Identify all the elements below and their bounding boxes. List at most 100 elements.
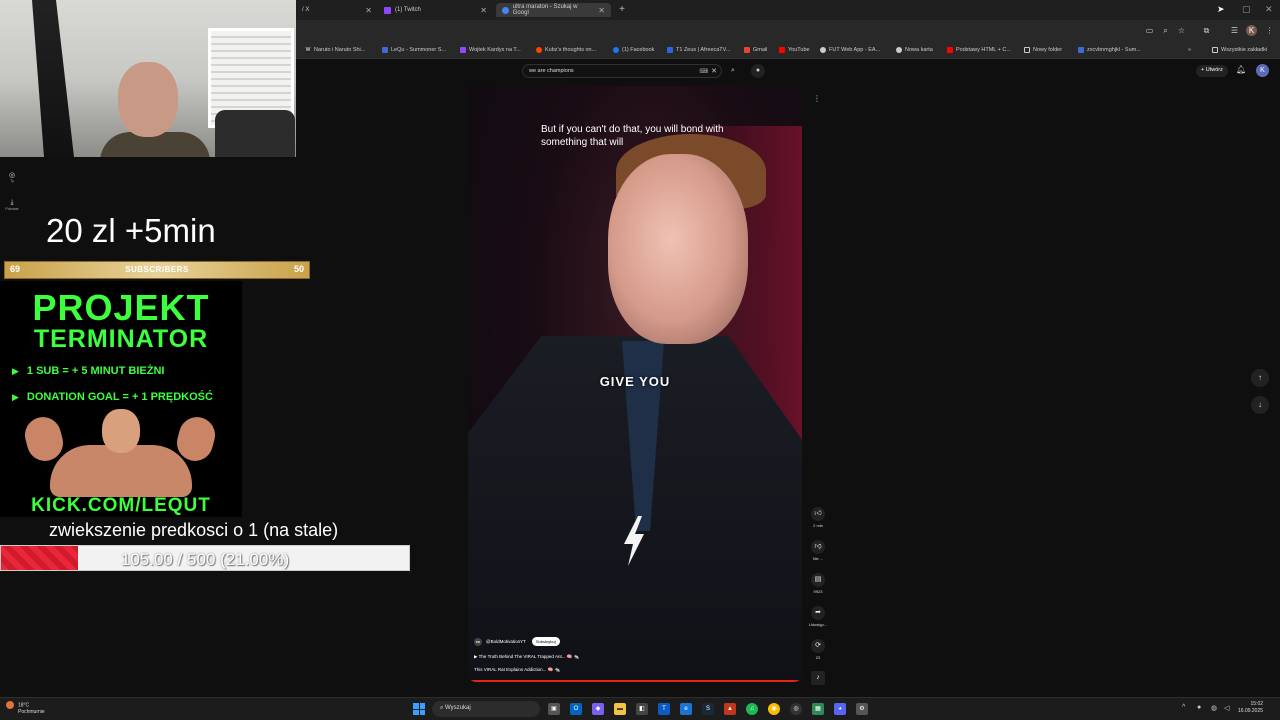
clear-search-icon[interactable]: ✕	[711, 67, 717, 75]
arrow-up-icon: ↑	[1258, 373, 1262, 382]
remix-button[interactable]: ⟳ 23	[808, 639, 828, 660]
game-icon[interactable]: ▲	[724, 703, 736, 715]
network-icon[interactable]: ◍	[1211, 704, 1217, 712]
close-icon[interactable]: ✕	[474, 6, 487, 15]
sheets-icon[interactable]: ▦	[812, 703, 824, 715]
volume-icon[interactable]: ◁	[1224, 704, 1229, 712]
facebook-icon	[613, 47, 619, 53]
promo-rule-sub: ▶ 1 SUB = + 5 MINUT BIEŻNI	[12, 365, 165, 377]
comments-button[interactable]: ▤ 9923	[808, 573, 828, 594]
search-button[interactable]: ⌕	[725, 64, 741, 78]
video-title[interactable]: This VIRAL Rat Explains Addiction... 🧠 🐀	[474, 667, 560, 673]
close-icon[interactable]: ✕	[592, 6, 605, 15]
arrow-down-icon: ↓	[1258, 400, 1262, 409]
bookmark-item[interactable]: Kubz's thoughts on...	[536, 45, 596, 55]
subscribe-button[interactable]: Subskrybuj	[531, 637, 560, 646]
tab-x[interactable]: / X ✕	[296, 3, 378, 17]
extensions-icon[interactable]: ⧉	[1201, 25, 1212, 36]
bookmark-item[interactable]: Nowa karta	[896, 45, 933, 55]
file-explorer-icon[interactable]: ▬	[614, 703, 626, 715]
more-options-icon[interactable]: ⋮	[812, 94, 822, 104]
chevron-right-icon[interactable]: »	[1188, 45, 1191, 55]
maximize-icon[interactable]: ▢	[1242, 4, 1251, 15]
sidebar-icon[interactable]: ☰	[1229, 25, 1240, 36]
tab-label: ultra maraton - Szukaj w Googl	[512, 4, 578, 16]
notifications-bell-icon[interactable]: 🔔︎	[1236, 65, 1246, 74]
chrome-icon[interactable]: ◉	[768, 703, 780, 715]
shorts-video-player[interactable]: But if you can't do that, you will bond …	[468, 86, 802, 682]
menu-dots-icon[interactable]: ⋮	[1264, 25, 1275, 36]
zoom-icon[interactable]: ⌕	[1160, 25, 1171, 36]
task-view-icon[interactable]: ▣	[548, 703, 560, 715]
copilot-icon[interactable]: ◆	[592, 703, 604, 715]
voice-search-button[interactable]: ●	[751, 64, 765, 78]
youtube-icon	[947, 47, 953, 53]
donation-price-text: 20 zl +5min	[46, 212, 216, 249]
sub-bar-right-value: 50	[293, 264, 304, 274]
bookmark-item[interactable]: T1 Zeus | AfreecaTV...	[667, 45, 730, 55]
obs-icon[interactable]: ◎	[790, 703, 802, 715]
afreeca-icon	[667, 47, 673, 53]
keyboard-icon[interactable]: ⌨	[699, 68, 708, 75]
clock[interactable]: 15:02 16.09.2025	[1238, 701, 1263, 715]
new-tab-button[interactable]: +	[616, 3, 628, 17]
bookmark-item[interactable]: Podstawy HTML + C...	[947, 45, 1011, 55]
taskbar-search-input[interactable]: ⌕ Wyszukaj	[432, 701, 540, 717]
cast-icon[interactable]: ▭	[1144, 25, 1155, 36]
sidebar-item-you[interactable]: ◎ Ty	[2, 171, 22, 183]
teams-icon[interactable]: T	[658, 703, 670, 715]
like-button[interactable]: 👍︎ 2 mln	[808, 507, 828, 528]
bodybuilder-image	[20, 409, 220, 497]
bookmark-item[interactable]: zxcvbnmghjkl - Sum...	[1078, 45, 1141, 55]
weather-widget[interactable]: 18°C Pochmurnie	[6, 701, 45, 716]
steam-icon[interactable]: S	[702, 703, 714, 715]
bookmark-item[interactable]: YouTube	[779, 45, 810, 55]
promo-subtitle: TERMINATOR	[33, 325, 209, 353]
dislike-button[interactable]: 👎︎ Nie ...	[808, 540, 828, 561]
channel-avatar[interactable]: BM	[474, 637, 482, 646]
tab-google-search[interactable]: ultra maraton - Szukaj w Googl ✕	[496, 3, 611, 17]
bookmark-item[interactable]: Nowy folder	[1024, 45, 1062, 55]
tab-twitch[interactable]: (1) Twitch ✕	[378, 3, 493, 17]
microphone-tray-icon[interactable]: ●	[1197, 704, 1201, 711]
sidebar-item-downloads[interactable]: ⤓ Pobrane	[2, 199, 22, 211]
star-icon[interactable]: ☆	[1176, 25, 1187, 36]
share-button[interactable]: ➦ Udostęp...	[808, 606, 828, 627]
sub-bar-label: SUBSCRIBERS	[125, 265, 189, 274]
create-button[interactable]: + Utwórz	[1196, 65, 1228, 77]
webcam-streamer	[100, 62, 210, 157]
bookmark-item[interactable]: Gmail	[744, 45, 767, 55]
close-icon[interactable]: ✕	[359, 6, 372, 15]
tab-label: (1) Twitch	[395, 7, 421, 13]
bookmark-item[interactable]: Wojtek Kardys na T...	[460, 45, 521, 55]
webcam-chair	[215, 110, 295, 157]
window-close-icon[interactable]: ✕	[1265, 4, 1273, 15]
twitch-icon	[384, 6, 391, 14]
bookmark-item[interactable]: FUT Web App - EA...	[820, 45, 880, 55]
avatar[interactable]: K	[1256, 64, 1269, 77]
windows-start-button[interactable]	[413, 703, 425, 715]
channel-thumb[interactable]: ♪	[808, 671, 828, 687]
store-icon[interactable]: ◧	[636, 703, 648, 715]
video-subtitle: But if you can't do that, you will bond …	[541, 124, 724, 148]
bookmark-item[interactable]: W Naruto i Naruto Shi...	[305, 45, 365, 55]
reddit-icon	[536, 47, 542, 53]
discord-icon[interactable]: ◕	[834, 703, 846, 715]
next-video-button[interactable]: ↓	[1251, 396, 1269, 414]
video-caption: GIVE YOU	[599, 374, 671, 389]
outlook-icon[interactable]: O	[570, 703, 582, 715]
microphone-icon: ●	[755, 67, 761, 74]
video-title-link[interactable]: ▶ The Truth Behind The VIRAL Trapped Ant…	[474, 654, 579, 660]
channel-name[interactable]: @BoldMotivationYT	[486, 639, 526, 644]
search-input[interactable]: we are champions ✕ ⌨	[522, 64, 722, 78]
bookmark-item[interactable]: LeQu - Summoner S...	[382, 45, 446, 55]
spotify-icon[interactable]: ♫	[746, 703, 758, 715]
previous-video-button[interactable]: ↑	[1251, 369, 1269, 387]
bookmark-item[interactable]: (1) Facebook	[613, 45, 654, 55]
settings-gear-icon[interactable]: ⚙	[856, 703, 868, 715]
all-bookmarks[interactable]: Wszystkie zakładki	[1212, 45, 1267, 55]
profile-icon[interactable]: K	[1246, 25, 1257, 36]
video-progress-bar[interactable]	[468, 680, 802, 682]
chevron-up-icon[interactable]: ^	[1182, 704, 1185, 711]
edge-icon[interactable]: e	[680, 703, 692, 715]
